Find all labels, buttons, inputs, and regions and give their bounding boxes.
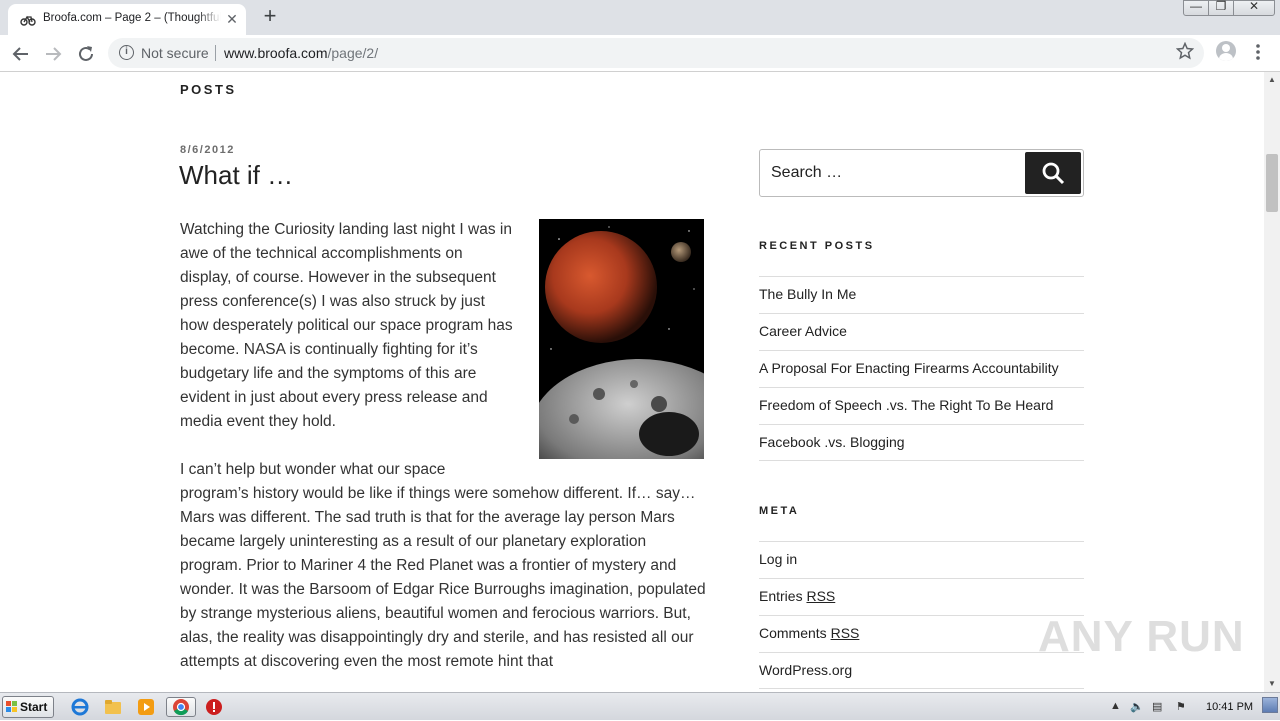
internet-explorer-icon[interactable]: [70, 697, 90, 717]
close-icon: ✕: [1248, 0, 1260, 13]
post-date-link[interactable]: 8/6/2012: [180, 144, 235, 156]
search-icon: [1042, 162, 1065, 185]
tab-strip: Broofa.com – Page 2 – (Thoughtful n ✕ + …: [0, 0, 1280, 35]
recent-post-link[interactable]: The Bully In Me: [759, 276, 1084, 313]
omnibox-divider: [215, 45, 216, 61]
scroll-thumb[interactable]: [1266, 154, 1278, 212]
mars-illustration-image: [539, 219, 704, 459]
windows-taskbar: Start ▲ 🔈 ▤ ⚑ 10:41 PM: [0, 692, 1280, 720]
window-minimize-button[interactable]: —: [1183, 0, 1209, 16]
search-input[interactable]: [760, 150, 1024, 196]
login-link[interactable]: Log in: [759, 541, 1084, 578]
tray-expand-icon[interactable]: ▲: [1110, 700, 1121, 712]
scroll-down-arrow-icon[interactable]: ▼: [1264, 676, 1280, 692]
system-tray: ▲ 🔈 ▤ ⚑: [1104, 695, 1280, 719]
entries-rss-abbr: RSS: [806, 588, 836, 604]
anyrun-watermark: ANY RUN: [1038, 612, 1245, 661]
tab-close-icon[interactable]: ✕: [224, 11, 240, 27]
window-maximize-button[interactable]: ❐: [1208, 0, 1234, 16]
comments-label: Comments: [759, 625, 831, 641]
windows-logo-icon: [6, 701, 18, 713]
url-text[interactable]: www.broofa.com/page/2/: [224, 45, 378, 61]
minimize-icon: —: [1190, 0, 1202, 13]
recent-post-label: A Proposal For Enacting Firearms Account…: [759, 360, 1059, 376]
security-status: Not secure: [141, 45, 209, 61]
browser-toolbar: i Not secure www.broofa.com/page/2/: [0, 35, 1280, 72]
posts-heading: POSTS: [180, 82, 237, 97]
recent-post-link[interactable]: A Proposal For Enacting Firearms Account…: [759, 350, 1084, 387]
maximize-icon: ❐: [1215, 0, 1227, 13]
start-button[interactable]: Start: [2, 696, 54, 718]
tab-title: Broofa.com – Page 2 – (Thoughtful n: [43, 12, 221, 24]
chrome-taskbar-button[interactable]: [166, 697, 196, 717]
forward-arrow-icon[interactable]: [40, 41, 66, 67]
wordpress-label: WordPress.org: [759, 662, 853, 678]
entries-rss-link[interactable]: Entries RSS: [759, 578, 1084, 615]
show-desktop-button[interactable]: [1262, 697, 1278, 713]
page-scrollbar[interactable]: ▲ ▼: [1264, 72, 1280, 692]
recent-posts-list: The Bully In Me Career Advice A Proposal…: [759, 276, 1084, 461]
wordpress-link[interactable]: WordPress.org: [759, 652, 1084, 689]
reload-icon[interactable]: [73, 41, 99, 67]
url-host: www.broofa.com: [224, 45, 328, 61]
recent-post-label: Facebook .vs. Blogging: [759, 434, 905, 450]
recent-posts-heading: RECENT POSTS: [759, 240, 875, 252]
post-content: Watching the Curiosity landing last nigh…: [180, 218, 710, 692]
recent-post-label: Freedom of Speech .vs. The Right To Be H…: [759, 397, 1054, 413]
meta-heading: META: [759, 505, 800, 517]
file-explorer-icon[interactable]: [103, 697, 123, 717]
media-player-icon[interactable]: [136, 697, 156, 717]
taskbar-clock[interactable]: 10:41 PM: [1206, 701, 1253, 713]
chrome-icon: [173, 699, 189, 716]
recent-post-link[interactable]: Freedom of Speech .vs. The Right To Be H…: [759, 387, 1084, 424]
back-arrow-icon[interactable]: [8, 41, 34, 67]
bicycle-favicon-icon: [20, 15, 36, 26]
address-bar[interactable]: i Not secure www.broofa.com/page/2/: [108, 38, 1204, 68]
search-button[interactable]: [1025, 152, 1081, 194]
url-path: /page/2/: [327, 45, 379, 61]
page-viewport: POSTS 8/6/2012 What if … Watching the Cu…: [0, 72, 1264, 692]
recent-post-link[interactable]: Career Advice: [759, 313, 1084, 350]
meta-list: Log in Entries RSS Comments RSS WordPres…: [759, 541, 1084, 689]
action-center-flag-icon[interactable]: ⚑: [1176, 700, 1186, 713]
browser-tab[interactable]: Broofa.com – Page 2 – (Thoughtful n ✕: [8, 4, 246, 35]
recent-post-label: Career Advice: [759, 323, 847, 339]
new-tab-button[interactable]: +: [258, 5, 282, 29]
scroll-up-arrow-icon[interactable]: ▲: [1264, 72, 1280, 88]
bookmark-star-icon[interactable]: [1176, 42, 1194, 60]
recent-post-link[interactable]: Facebook .vs. Blogging: [759, 424, 1084, 461]
comments-rss-link[interactable]: Comments RSS: [759, 615, 1084, 652]
post-title-link[interactable]: What if …: [179, 160, 293, 191]
recent-post-label: The Bully In Me: [759, 286, 857, 302]
info-icon[interactable]: i: [119, 45, 134, 60]
network-icon[interactable]: ▤: [1152, 700, 1162, 713]
window-close-button[interactable]: ✕: [1233, 0, 1275, 16]
profile-avatar-icon[interactable]: [1216, 41, 1236, 61]
comments-rss-abbr: RSS: [830, 625, 860, 641]
search-form: [759, 149, 1084, 197]
security-alert-icon[interactable]: [204, 697, 224, 717]
kebab-menu-icon[interactable]: [1250, 40, 1266, 64]
entries-label: Entries: [759, 588, 807, 604]
start-label: Start: [20, 700, 48, 714]
login-label: Log in: [759, 551, 798, 567]
volume-icon[interactable]: 🔈: [1130, 700, 1144, 713]
post-paragraph: I can’t help but wonder what our space p…: [180, 461, 706, 670]
